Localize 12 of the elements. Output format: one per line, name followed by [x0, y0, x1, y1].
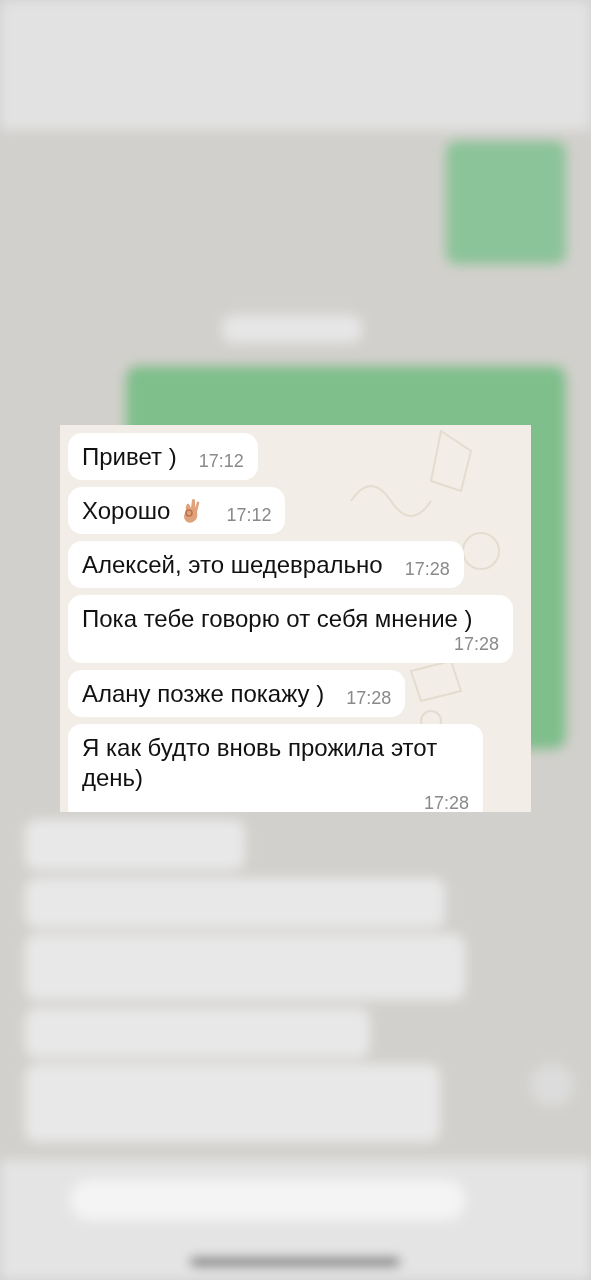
message-time: 17:28: [423, 793, 469, 812]
message-text: Хорошо: [82, 496, 205, 526]
message-time: 17:28: [404, 559, 450, 580]
message-time: 17:12: [226, 505, 272, 526]
message-time: 17:12: [198, 451, 244, 472]
message-time: 17:28: [346, 688, 392, 709]
message-text: Я как будто вновь прожила этот день): [82, 733, 439, 793]
message-text: Привет ): [82, 442, 177, 472]
message-text: Алану позже покажу ): [82, 679, 325, 709]
message-time: 17:28: [453, 634, 499, 655]
message-text: Пока тебе говорю от себя мнение ): [82, 604, 473, 634]
message-text: Алексей, это шедеврально: [82, 550, 383, 580]
